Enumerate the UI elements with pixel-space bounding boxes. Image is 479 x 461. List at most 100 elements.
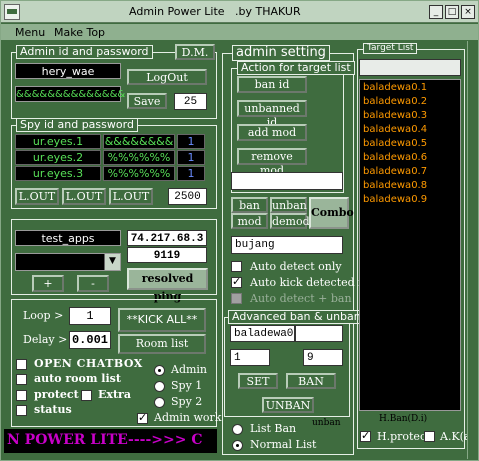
spy2-pass-field[interactable]: %%%%%% (103, 150, 175, 165)
spy1-logout-button[interactable]: L.OUT (15, 188, 59, 205)
unbanned-id-button[interactable]: unbanned id (237, 100, 307, 129)
list-item[interactable]: baladewa0.5 (363, 138, 427, 149)
spy2-logout-button[interactable]: L.OUT (62, 188, 106, 205)
list-item[interactable]: baladewa0.2 (363, 96, 427, 107)
extra-checkbox[interactable] (81, 390, 92, 401)
list-item[interactable]: baladewa0.6 (363, 152, 427, 163)
admin-id-legend: Admin id and password (16, 45, 153, 59)
advanced-extra-field[interactable] (295, 325, 343, 342)
room-ip-field[interactable]: 74.217.68.3 (127, 230, 207, 246)
list-item[interactable]: baladewa0.9 (363, 194, 427, 205)
advanced-unban-button[interactable]: UNBAN (262, 397, 314, 413)
set-button[interactable]: SET (238, 373, 278, 389)
room-add-button[interactable]: + (32, 275, 64, 292)
advanced-name-field[interactable]: baladewa0. (230, 325, 300, 342)
auto-detect-ban-label: Auto detect + ban (250, 292, 352, 305)
spy1-num-field[interactable]: 1 (177, 134, 205, 149)
unban-partial-label: unban (312, 418, 341, 428)
auto-room-list-checkbox[interactable] (16, 374, 27, 385)
spy-legend: Spy id and password (16, 118, 138, 132)
logout-button[interactable]: LogOut (127, 69, 207, 85)
spy3-pass-field[interactable]: %%%%%% (103, 166, 175, 181)
maximize-icon[interactable]: □ (445, 5, 459, 19)
radio-list-ban-label: List Ban (250, 422, 297, 435)
target-list-legend: Target List (363, 43, 418, 54)
spy3-logout-button[interactable]: L.OUT (109, 188, 153, 205)
unban-button[interactable]: unban (270, 197, 307, 213)
kick-all-button[interactable]: **KICK ALL** (118, 308, 206, 332)
list-item[interactable]: baladewa0.7 (363, 166, 427, 177)
title-bar[interactable]: Admin Power Lite .by THAKUR _ □ × (1, 1, 478, 23)
chevron-down-icon[interactable]: ▼ (104, 254, 120, 270)
window-right-edge (467, 41, 478, 459)
spy2-name-field[interactable]: ur.eyes.2 (15, 150, 101, 165)
radio-normal-list[interactable] (232, 440, 243, 451)
room-port-field[interactable]: 9119 (127, 247, 207, 263)
ban-button[interactable]: ban (231, 197, 268, 213)
room-remove-button[interactable]: - (77, 275, 109, 292)
dm-button[interactable]: D.M. (175, 44, 215, 60)
delay-field[interactable]: 0.001 (69, 331, 111, 349)
room-list-button[interactable]: Room list (118, 334, 206, 354)
remove-mod-button[interactable]: remove mod (237, 148, 307, 177)
radio-spy1-label: Spy 1 (171, 379, 203, 392)
keyword-field[interactable]: bujang (231, 236, 343, 254)
spy3-num-field[interactable]: 1 (177, 166, 205, 181)
status-checkbox[interactable] (16, 405, 27, 416)
hprotect-checkbox[interactable] (360, 429, 371, 442)
close-icon[interactable]: × (461, 5, 475, 19)
ban-id-button[interactable]: ban id (237, 76, 307, 93)
app-icon (4, 4, 20, 20)
extra-label: Extra (98, 388, 131, 401)
save-button[interactable]: Save (127, 93, 167, 109)
spy1-pass-field[interactable]: &&&&&&&& (103, 134, 175, 149)
ak-checkbox[interactable] (424, 431, 435, 442)
menu-item-make-top[interactable]: Make Top (54, 26, 105, 39)
advanced-to-field[interactable]: 9 (303, 349, 343, 366)
mod-button[interactable]: mod (231, 213, 268, 229)
open-chatbox-checkbox[interactable] (16, 359, 27, 370)
list-item[interactable]: baladewa0.4 (363, 124, 427, 135)
add-mod-button[interactable]: add mod (237, 124, 307, 141)
admin-username-field[interactable]: hery_wae (15, 63, 121, 79)
app-window: Admin Power Lite .by THAKUR _ □ × Menu M… (0, 0, 479, 461)
room-name-field[interactable]: test_apps (15, 230, 121, 246)
protect-checkbox[interactable] (16, 390, 27, 401)
room-select[interactable]: ▼ (15, 253, 121, 271)
radio-admin[interactable] (154, 365, 165, 376)
auto-detect-ban-checkbox[interactable] (231, 293, 242, 304)
spy2-num-field[interactable]: 1 (177, 150, 205, 165)
demod-button[interactable]: demod (270, 213, 310, 229)
radio-spy2-label: Spy 2 (171, 395, 203, 408)
admin-setting-legend: admin setting (232, 45, 330, 61)
target-input[interactable] (359, 59, 461, 76)
menu-item-menu[interactable]: Menu (15, 26, 45, 39)
spy-interval-field[interactable]: 2500 (168, 188, 207, 205)
list-item[interactable]: baladewa0.3 (363, 110, 427, 121)
radio-list-ban[interactable] (232, 424, 243, 435)
spy1-name-field[interactable]: ur.eyes.1 (15, 134, 101, 149)
advanced-ban-button[interactable]: BAN (286, 373, 336, 389)
list-item[interactable]: baladewa0.1 (363, 82, 427, 93)
admin-password-field[interactable]: &&&&&&&&&&&&&& (15, 86, 125, 102)
radio-spy2[interactable] (154, 397, 165, 408)
delay-label: Delay > (23, 333, 68, 346)
loop-field[interactable]: 1 (69, 307, 111, 325)
window-title: Admin Power Lite (129, 5, 225, 18)
advanced-from-field[interactable]: 1 (230, 349, 270, 366)
spy3-name-field[interactable]: ur.eyes.3 (15, 166, 101, 181)
radio-spy1[interactable] (154, 381, 165, 392)
save-value-field[interactable]: 25 (174, 93, 207, 110)
combo-button[interactable]: Combo (309, 197, 354, 229)
auto-room-list-label: auto room list (34, 372, 121, 385)
action-input[interactable] (231, 172, 343, 190)
loop-label: Loop > (23, 309, 64, 322)
auto-kick-label: Auto kick detected id (250, 276, 369, 289)
resolved-ping-button[interactable]: resolved ping (127, 268, 208, 303)
admin-work-checkbox[interactable] (137, 411, 148, 424)
target-listbox[interactable]: baladewa0.1 baladewa0.2 baladewa0.3 bala… (359, 79, 461, 411)
auto-detect-only-checkbox[interactable] (231, 261, 242, 272)
list-item[interactable]: baladewa0.8 (363, 180, 427, 191)
minimize-icon[interactable]: _ (429, 5, 443, 19)
auto-kick-checkbox[interactable] (231, 275, 242, 288)
